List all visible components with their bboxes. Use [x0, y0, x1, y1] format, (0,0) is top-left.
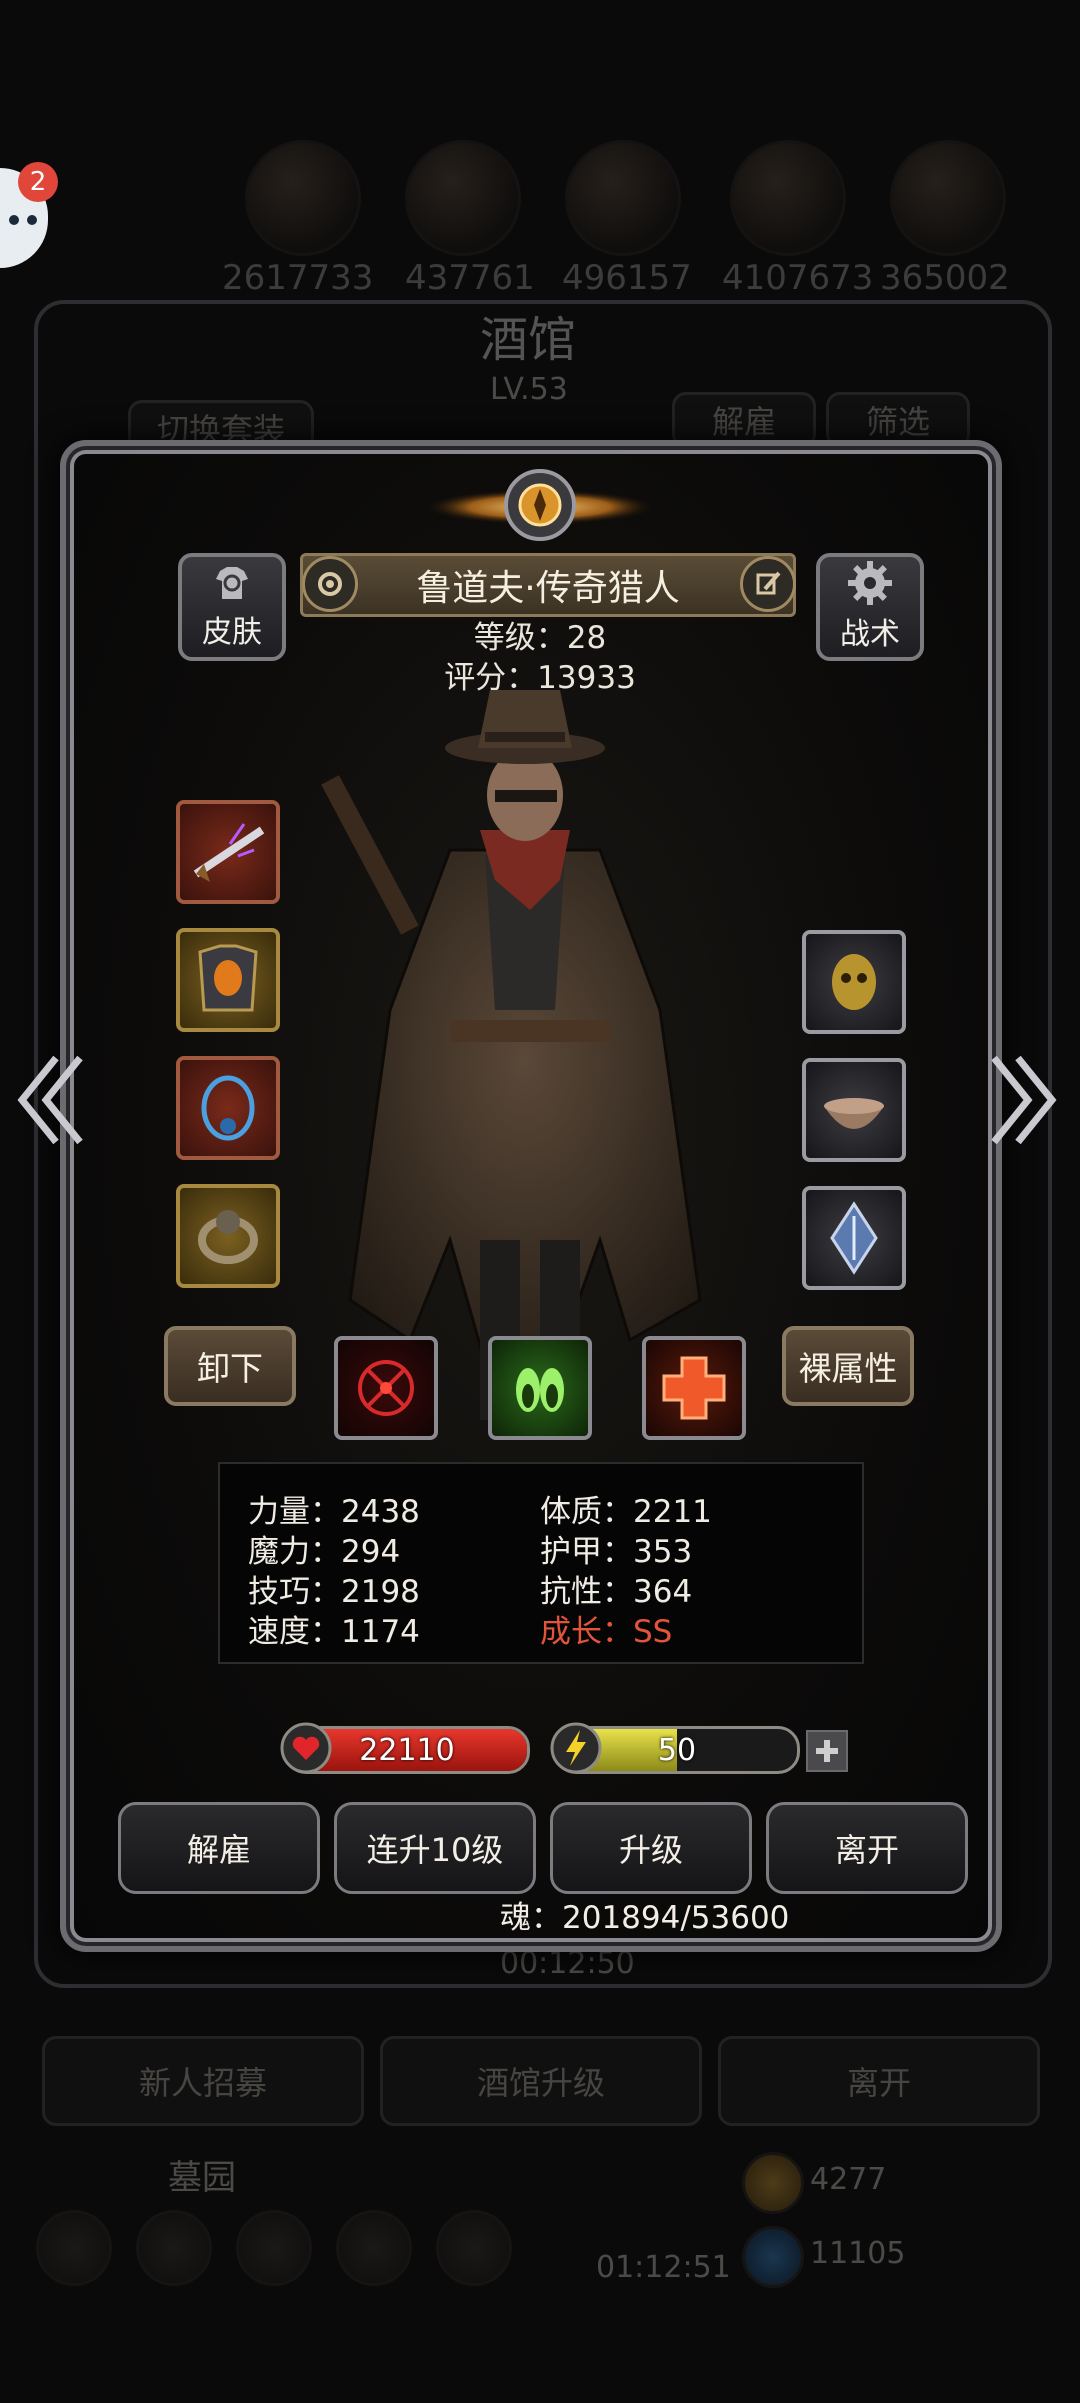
- crosshair-icon: [358, 1360, 414, 1416]
- ring-icon: [198, 1210, 258, 1264]
- leave-button[interactable]: 离开: [766, 1802, 968, 1894]
- green-claws-icon: [516, 1368, 564, 1412]
- dismiss-button[interactable]: 解雇: [118, 1802, 320, 1894]
- skill-slot-3[interactable]: [642, 1336, 746, 1440]
- resource-count: 437761: [405, 258, 535, 298]
- ring-slot[interactable]: [176, 1184, 280, 1288]
- energy-value: 50: [657, 1732, 697, 1768]
- resource-count: 496157: [562, 258, 692, 298]
- skill-slot-1[interactable]: [334, 1336, 438, 1440]
- resource-icon: [405, 140, 521, 256]
- unequip-label: 卸下: [197, 1349, 263, 1388]
- accessory-slot-3[interactable]: [802, 1186, 906, 1290]
- heart-icon: [280, 1722, 332, 1774]
- stat-growth: 成长：SS: [540, 1614, 673, 1650]
- menu-icon: [136, 2210, 212, 2286]
- base-attributes-button[interactable]: 裸属性: [782, 1326, 914, 1406]
- gold-icon: [742, 2152, 804, 2214]
- resource-icon: [730, 140, 846, 256]
- menu-icon: [236, 2210, 312, 2286]
- level-up-button[interactable]: 升级: [550, 1802, 752, 1894]
- amulet-icon: [201, 1075, 255, 1141]
- gem-count: 11105: [810, 2236, 906, 2271]
- stat-armor: 护甲：353: [540, 1534, 693, 1570]
- golden-skull-icon: [832, 954, 876, 1010]
- resource-count: 4107673: [722, 258, 874, 298]
- shirt-refresh-icon: [216, 567, 248, 599]
- tactics-button[interactable]: 战术: [816, 553, 924, 661]
- stat-speed: 速度：1174: [248, 1614, 420, 1650]
- red-cross-icon: [662, 1356, 726, 1420]
- armor-slot[interactable]: [176, 928, 280, 1032]
- accessory-slot-1[interactable]: [802, 930, 906, 1034]
- amulet-slot[interactable]: [176, 1056, 280, 1160]
- stat-magic: 魔力：294: [248, 1534, 401, 1570]
- resource-count: 2617733: [222, 258, 374, 298]
- chat-badge-count: 2: [29, 167, 47, 197]
- skin-label: 皮肤: [202, 615, 262, 650]
- base-attributes-label: 裸属性: [798, 1349, 898, 1388]
- hp-value: 22110: [359, 1732, 455, 1768]
- level-up-label: 升级: [618, 1831, 683, 1869]
- crystal-emblem-icon: [830, 1201, 878, 1275]
- add-energy-button[interactable]: [806, 1730, 848, 1772]
- menu-icon: [436, 2210, 512, 2286]
- recruit-button: 新人招募: [42, 2036, 364, 2126]
- resource-count: 365002: [880, 258, 1010, 298]
- plus-icon: [816, 1740, 838, 1762]
- emblem-icon: [422, 469, 658, 541]
- skill-slot-2[interactable]: [488, 1336, 592, 1440]
- menu-icon: [36, 2210, 112, 2286]
- menu-icon: [336, 2210, 412, 2286]
- upgrade-tavern-button: 酒馆升级: [380, 2036, 702, 2126]
- medal-icon[interactable]: [302, 556, 358, 612]
- gem-icon: [742, 2226, 804, 2288]
- hero-name: 鲁道夫·传奇猎人: [416, 568, 680, 609]
- skin-button[interactable]: 皮肤: [178, 553, 286, 661]
- weapon-slot[interactable]: [176, 800, 280, 904]
- level-up-10-button[interactable]: 连升10级: [334, 1802, 536, 1894]
- stat-strength: 力量：2438: [248, 1494, 420, 1530]
- dismiss-label: 解雇: [186, 1831, 251, 1869]
- cemetery-label: 墓园: [168, 2158, 236, 2198]
- stat-resistance: 抗性：364: [540, 1574, 693, 1610]
- gear-icon: [848, 561, 892, 605]
- soul-counter: 魂：201894/53600: [500, 1900, 790, 1936]
- rename-edit-icon[interactable]: [740, 556, 796, 612]
- chest-armor-icon: [198, 944, 258, 1012]
- resource-icon: [245, 140, 361, 256]
- bg-leave-button: 离开: [718, 2036, 1040, 2126]
- next-hero-arrow-icon[interactable]: [990, 1050, 1060, 1150]
- accessory-slot-2[interactable]: [802, 1058, 906, 1162]
- unequip-button[interactable]: 卸下: [164, 1326, 296, 1406]
- lightning-icon: [550, 1722, 602, 1774]
- mortar-bowl-icon: [824, 1098, 884, 1129]
- hero-portrait: [321, 690, 702, 1420]
- bottom-timer: 01:12:51: [596, 2250, 731, 2285]
- gold-count: 4277: [810, 2162, 887, 2197]
- hero-name-bar: 鲁道夫·传奇猎人: [300, 553, 796, 617]
- stat-constitution: 体质：2211: [540, 1494, 712, 1530]
- previous-hero-arrow-icon[interactable]: [14, 1050, 84, 1150]
- tactics-label: 战术: [840, 617, 900, 652]
- resource-icon: [565, 140, 681, 256]
- stat-skill: 技巧：2198: [248, 1574, 420, 1610]
- level-up-10-label: 连升10级: [366, 1831, 504, 1869]
- chat-badge: 2: [18, 162, 58, 202]
- resource-icon: [890, 140, 1006, 256]
- musket-icon: [193, 823, 265, 882]
- hero-level: 等级：28: [473, 620, 607, 656]
- leave-label: 离开: [834, 1831, 899, 1869]
